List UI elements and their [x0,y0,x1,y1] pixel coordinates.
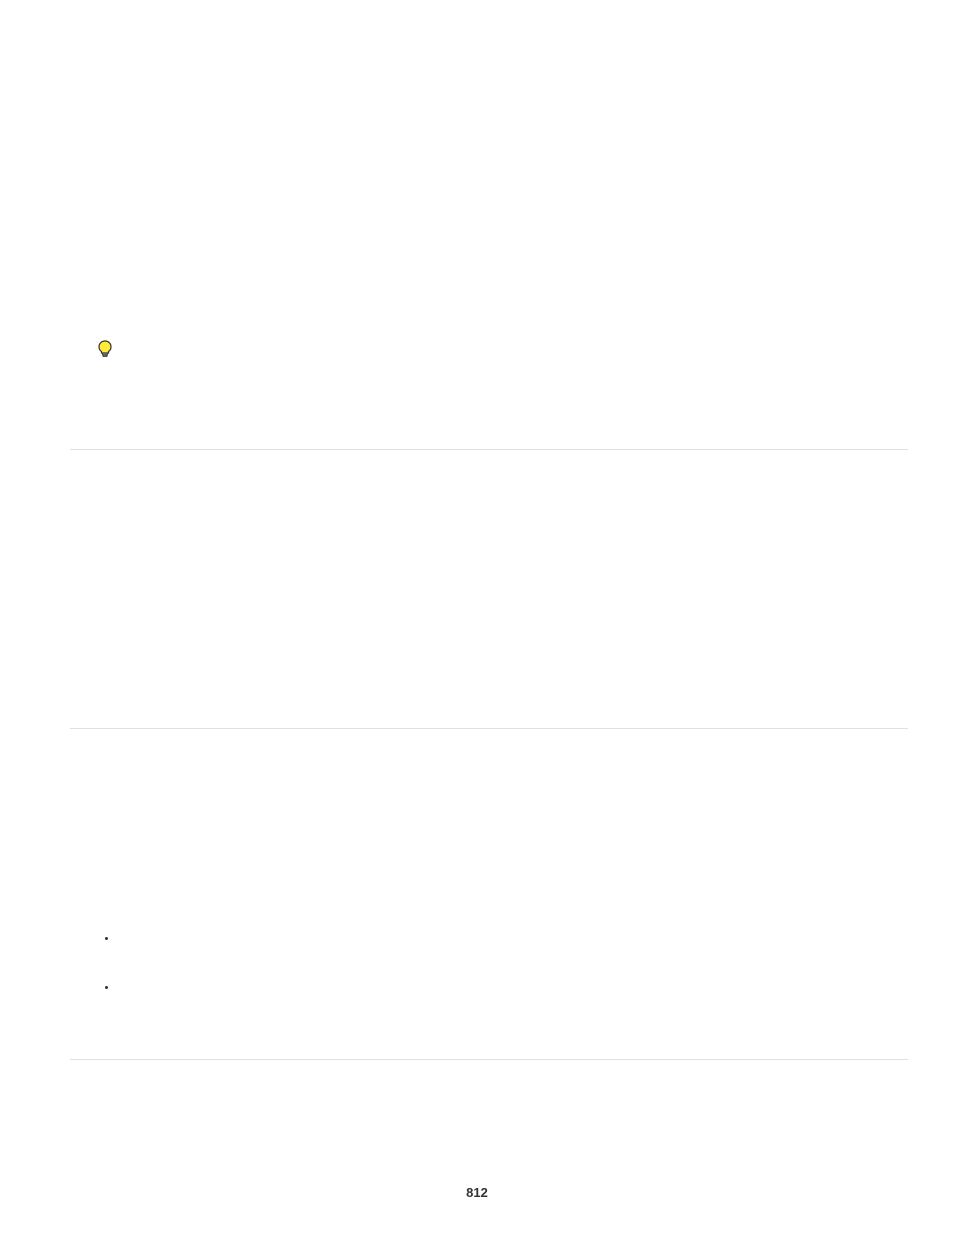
divider [70,1059,908,1060]
bullet-point [105,986,108,989]
divider [70,449,908,450]
lightbulb-icon [98,340,112,363]
bullet-point [105,937,108,940]
page-number: 812 [0,1185,954,1200]
divider [70,728,908,729]
